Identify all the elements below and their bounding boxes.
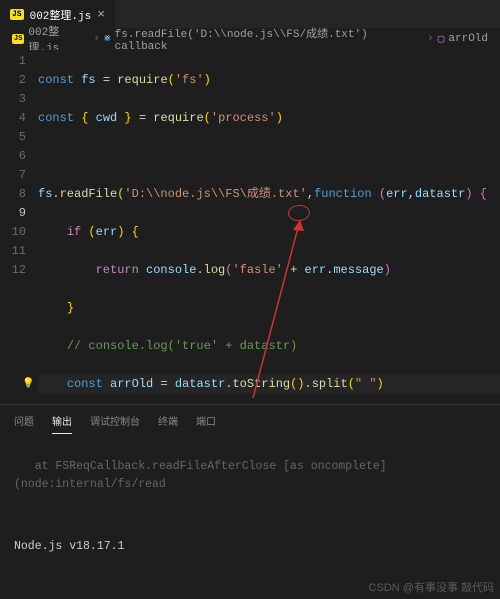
tab-terminal[interactable]: 终端	[158, 409, 178, 434]
tab-debug[interactable]: 调试控制台	[90, 409, 140, 434]
tab-output[interactable]: 输出	[52, 409, 72, 434]
variable-icon: ▢	[438, 32, 445, 46]
output-panel: 问题 输出 调试控制台 终端 端口 at FSReqCallback.readF…	[0, 404, 500, 599]
lightbulb-icon[interactable]: 💡	[22, 375, 34, 394]
breadcrumb-seg2: arrOld	[448, 33, 488, 45]
annotation-circle	[287, 204, 310, 222]
chevron-right-icon: ›	[93, 33, 100, 45]
panel-tabs: 问题 输出 调试控制台 终端 端口	[0, 405, 500, 434]
tab-problems[interactable]: 问题	[14, 409, 34, 434]
js-icon: JS	[12, 34, 24, 44]
active-line: 💡 const arrOld = datastr.toString().spli…	[38, 375, 500, 394]
output-line: Node.js v18.17.1	[14, 538, 486, 556]
breadcrumb[interactable]: JS 002整理.js › ⨳ fs.readFile('D:\\node.js…	[0, 28, 500, 50]
tab-filename: 002整理.js	[30, 7, 92, 23]
js-icon: JS	[10, 9, 24, 20]
breadcrumb-seg1: fs.readFile('D:\\node.js\\FS/成绩.txt') ca…	[115, 25, 423, 53]
chevron-right-icon: ›	[427, 33, 434, 45]
watermark: CSDN @有事没事 敲代码	[369, 579, 494, 595]
method-icon: ⨳	[104, 33, 111, 45]
output-line: at FSReqCallback.readFileAfterClose [as …	[14, 458, 486, 494]
close-icon[interactable]: ×	[97, 7, 105, 22]
tab-ports[interactable]: 端口	[196, 409, 216, 434]
terminal-output[interactable]: at FSReqCallback.readFileAfterClose [as …	[0, 434, 500, 599]
